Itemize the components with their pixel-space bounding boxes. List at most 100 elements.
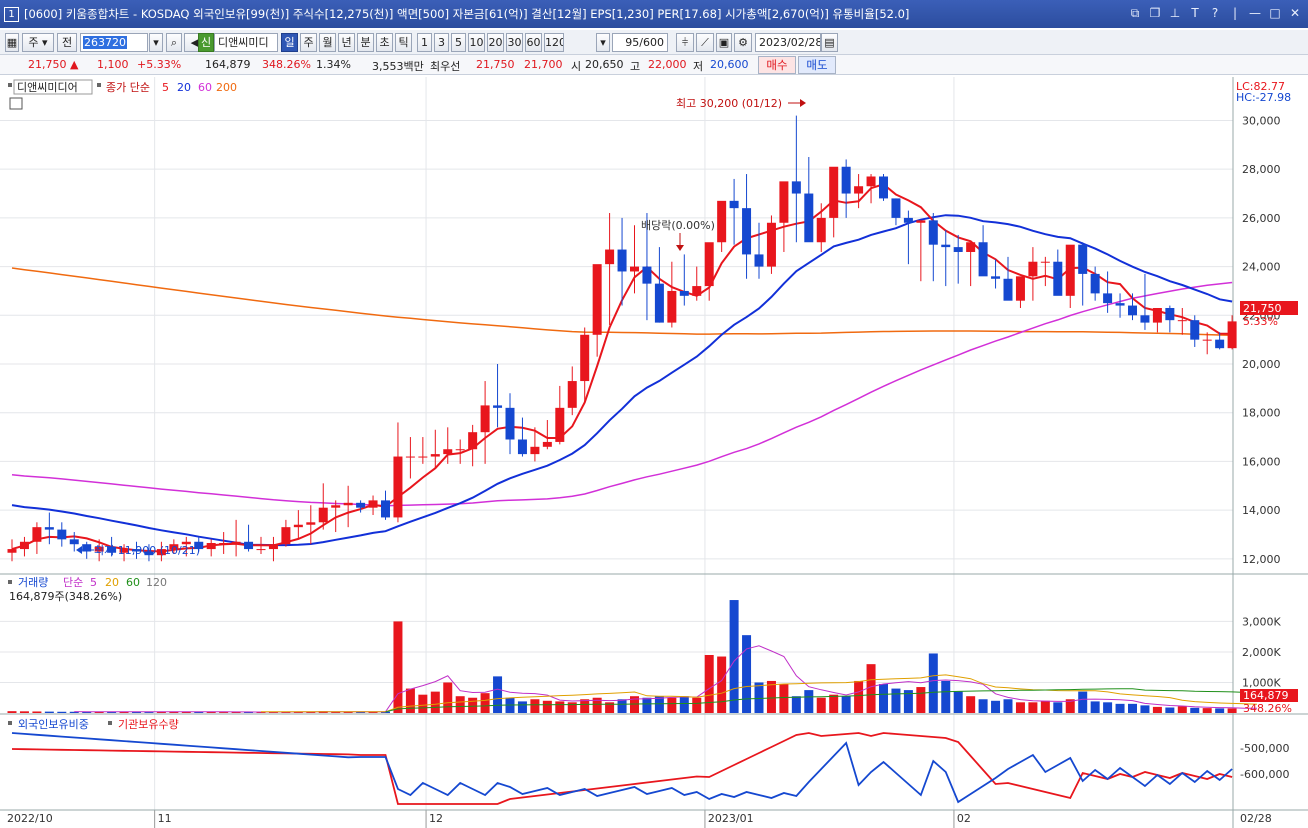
restore-icon[interactable]: ❐ bbox=[1148, 5, 1162, 21]
price-tick-label: 24,000 bbox=[1242, 261, 1281, 274]
data-count-field[interactable]: 95/600 bbox=[612, 33, 668, 52]
inst-holding-label[interactable]: 기관보유수량 bbox=[118, 718, 179, 731]
dividend-label: 배당락(0.00%) bbox=[641, 219, 715, 232]
candle-body bbox=[903, 217, 913, 223]
calendar-icon[interactable]: ▤ bbox=[821, 33, 838, 52]
price-change-pct: +5.33% bbox=[137, 58, 182, 71]
candle-body bbox=[393, 456, 403, 518]
date-field[interactable]: 2023/02/28 bbox=[755, 33, 821, 52]
volume-bar bbox=[1177, 706, 1187, 713]
volume-bar bbox=[816, 697, 826, 713]
volume-bar bbox=[443, 682, 453, 713]
interval-button-30[interactable]: 30 bbox=[506, 33, 523, 52]
x-axis-label: 11 bbox=[158, 812, 172, 825]
volume-bar bbox=[1040, 700, 1050, 713]
stock-code-input[interactable]: 263720 bbox=[80, 33, 148, 52]
period-button-5[interactable]: 초 bbox=[376, 33, 393, 52]
close-icon[interactable]: ✕ bbox=[1288, 5, 1302, 21]
candle-body bbox=[953, 247, 963, 252]
candle-body bbox=[555, 407, 565, 442]
chevron-down-icon[interactable]: ▾ bbox=[149, 33, 163, 52]
candle-body bbox=[1227, 321, 1237, 349]
draw-tool-icon[interactable]: ⟋ bbox=[696, 33, 714, 52]
volume-bar bbox=[480, 693, 490, 713]
candle-body bbox=[841, 166, 851, 194]
period-button-0[interactable]: 일 bbox=[281, 33, 298, 52]
volume-bar bbox=[455, 696, 465, 713]
high-label: 고 bbox=[630, 60, 641, 73]
period-button-1[interactable]: 주 bbox=[300, 33, 317, 52]
ma-label[interactable]: 종가 단순 bbox=[106, 81, 150, 94]
candle-body bbox=[268, 544, 278, 550]
period-button-2[interactable]: 월 bbox=[319, 33, 336, 52]
save-icon[interactable]: ▣ bbox=[716, 33, 732, 52]
candle-body bbox=[679, 290, 689, 296]
interval-button-3[interactable]: 3 bbox=[434, 33, 449, 52]
volume-bar bbox=[717, 656, 727, 713]
price-tick-label: 20,000 bbox=[1242, 358, 1281, 371]
interval-button-120[interactable]: 120 bbox=[544, 33, 564, 52]
help-icon[interactable]: ? bbox=[1208, 5, 1222, 21]
candle-body bbox=[1190, 320, 1200, 340]
volume-bar bbox=[32, 711, 42, 713]
volume-bar bbox=[729, 600, 739, 713]
maximize-icon[interactable]: □ bbox=[1268, 5, 1282, 21]
foreign-ratio-label[interactable]: 외국인보유비중 bbox=[18, 718, 89, 731]
toolbar-grid-icon[interactable]: ▦ bbox=[5, 33, 19, 52]
candle-body bbox=[891, 198, 901, 218]
volume-tick-label: 1,000K bbox=[1242, 676, 1281, 689]
foreign-tick-500k: -500,000 bbox=[1240, 742, 1289, 755]
window-index-badge: 1 bbox=[4, 6, 19, 22]
candle-body bbox=[1078, 244, 1088, 274]
market-select[interactable]: 주 ▾ bbox=[22, 33, 54, 52]
interval-button-1[interactable]: 1 bbox=[417, 33, 432, 52]
candle-body bbox=[1165, 307, 1175, 321]
interval-button-5[interactable]: 5 bbox=[451, 33, 466, 52]
period-button-6[interactable]: 틱 bbox=[395, 33, 412, 52]
open-price: 20,650 bbox=[585, 58, 624, 71]
volume-bar bbox=[1152, 706, 1162, 713]
candle-type-icon[interactable]: ⫩ bbox=[676, 33, 694, 52]
price-tick-label: 14,000 bbox=[1242, 504, 1281, 517]
volume-bar bbox=[567, 702, 577, 713]
volume-bar bbox=[1128, 703, 1137, 713]
candle-body bbox=[293, 524, 303, 528]
interval-button-20[interactable]: 20 bbox=[487, 33, 504, 52]
volume-bar bbox=[418, 694, 428, 713]
interval-button-60[interactable]: 60 bbox=[525, 33, 542, 52]
volume-label[interactable]: 거래량 bbox=[18, 576, 48, 589]
interval-dropdown[interactable]: ▾ bbox=[596, 33, 610, 52]
font-icon[interactable]: T bbox=[1188, 5, 1202, 21]
candle-body bbox=[1177, 320, 1187, 322]
gear-icon[interactable]: ⚙ bbox=[734, 33, 752, 52]
candle-body bbox=[343, 502, 353, 506]
layout-icon[interactable]: ⧉ bbox=[1128, 5, 1142, 21]
buy-button[interactable]: 매수 bbox=[758, 56, 796, 74]
candle-body bbox=[605, 249, 615, 265]
candle-body bbox=[493, 405, 503, 408]
candle-body bbox=[567, 381, 577, 408]
candle-body bbox=[331, 505, 341, 508]
candle-body bbox=[69, 539, 79, 545]
chart-area[interactable]: 12,00014,00016,00018,00020,00022,00024,0… bbox=[0, 77, 1308, 828]
period-button-3[interactable]: 년 bbox=[338, 33, 355, 52]
volume-tag-text: 164,879 bbox=[1243, 689, 1289, 702]
title-bar: 1 [0600] 키움종합차트 - KOSDAQ 외국인보유[99(천)] 주식… bbox=[0, 0, 1308, 28]
volume-bar bbox=[1140, 705, 1150, 713]
hc-label: HC:-27.98 bbox=[1236, 91, 1291, 104]
sell-button[interactable]: 매도 bbox=[798, 56, 836, 74]
period-button-4[interactable]: 분 bbox=[357, 33, 374, 52]
minimize-icon[interactable]: — bbox=[1248, 5, 1262, 21]
interval-button-10[interactable]: 10 bbox=[468, 33, 485, 52]
current-price-tag-text: 21,750 bbox=[1243, 302, 1282, 315]
search-icon[interactable]: ⌕ bbox=[166, 33, 182, 52]
volume-bar bbox=[754, 682, 764, 713]
table-icon[interactable] bbox=[9, 97, 23, 110]
volume-bar bbox=[916, 687, 926, 713]
prev-button[interactable]: 전 bbox=[57, 33, 77, 52]
pin-icon[interactable]: ⊥ bbox=[1168, 5, 1182, 21]
candle-body bbox=[405, 456, 415, 458]
volume-bar bbox=[1078, 691, 1088, 713]
current-price: 21,750 bbox=[28, 58, 67, 71]
x-axis-label: 2022/10 bbox=[7, 812, 53, 825]
